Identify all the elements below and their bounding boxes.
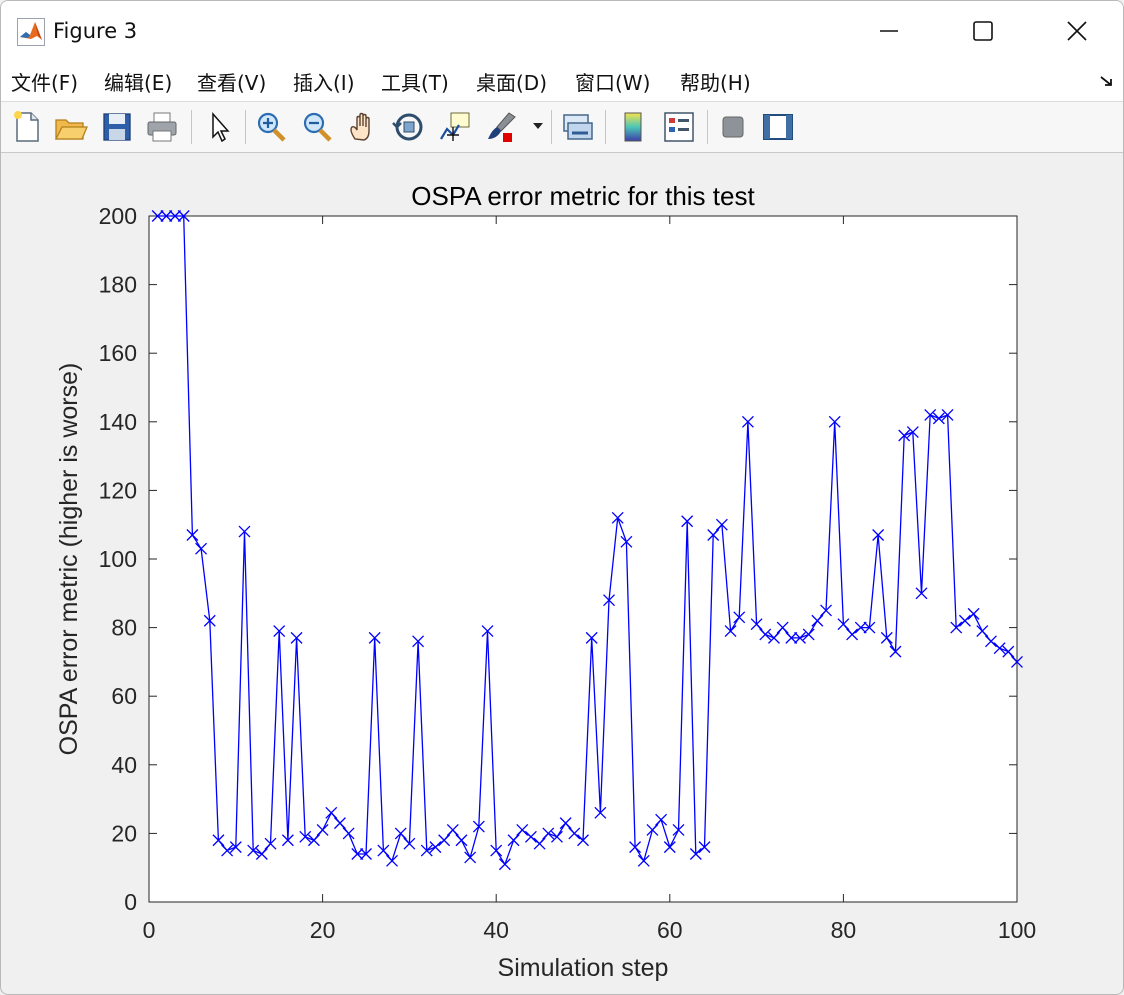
toolbar-separator [191,110,192,144]
new-figure-icon[interactable] [9,109,45,145]
figure-toolbar [1,102,1123,153]
window-title: Figure 3 [53,19,138,43]
select-arrow-icon[interactable] [201,109,237,145]
menu-help[interactable]: 帮助(H) [680,67,751,96]
menu-edit[interactable]: 编辑(E) [104,67,172,96]
toolbar-separator [605,110,606,144]
menu-desktop[interactable]: 桌面(D) [476,67,547,96]
dock-arrow-icon[interactable] [1099,73,1115,89]
y-tick-label: 160 [99,340,137,366]
x-tick-label: 40 [483,917,509,943]
chart-title: OSPA error metric for this test [411,181,755,211]
show-plot-tools-icon[interactable] [760,109,796,145]
colorbar-icon[interactable] [615,109,651,145]
x-tick-label: 60 [657,917,683,943]
close-button[interactable] [1031,1,1123,61]
save-icon[interactable] [99,109,135,145]
toolbar-separator [551,110,552,144]
menu-file[interactable]: 文件(F) [11,67,78,96]
y-tick-label: 180 [99,272,137,298]
x-axis-label: Simulation step [498,954,669,982]
zoom-in-icon[interactable] [253,109,289,145]
pan-hand-icon[interactable] [345,109,381,145]
data-cursor-icon[interactable] [437,109,473,145]
y-tick-label: 200 [99,203,137,229]
menu-view[interactable]: 查看(V) [197,67,266,96]
y-tick-label: 120 [99,477,137,503]
legend-icon[interactable] [661,109,697,145]
x-tick-label: 0 [143,917,156,943]
brush-dropdown-icon[interactable] [533,123,543,131]
y-tick-label: 100 [99,546,137,572]
maximize-icon [973,21,993,41]
plot-area[interactable] [148,215,1018,903]
menu-window[interactable]: 窗口(W) [575,67,650,96]
y-tick-label: 40 [111,752,137,778]
ospa-chart[interactable]: OSPA error metric for this test 0 20 40 60 8… [1,153,1123,994]
hide-plot-tools-icon[interactable] [715,109,751,145]
y-tick-label: 20 [111,820,137,846]
matlab-logo-icon [17,18,45,46]
print-icon[interactable] [144,109,180,145]
close-icon [1067,21,1087,41]
y-tick-label: 140 [99,409,137,435]
x-tick-label: 20 [310,917,336,943]
figure-window: Figure 3 文件(F) 编辑(E) 查看(V) 插入(I) 工具(T) 桌… [0,0,1124,995]
menu-tools[interactable]: 工具(T) [381,67,449,96]
minimize-icon [880,30,898,32]
x-tick-label: 100 [998,917,1036,943]
menu-bar: 文件(F) 编辑(E) 查看(V) 插入(I) 工具(T) 桌面(D) 窗口(W… [1,61,1123,102]
y-tick-label: 60 [111,683,137,709]
toolbar-separator [245,110,246,144]
zoom-out-icon[interactable] [299,109,335,145]
y-axis-label: OSPA error metric (higher is worse) [55,363,83,756]
toolbar-separator [707,110,708,144]
link-plot-icon[interactable] [560,109,596,145]
open-file-icon[interactable] [53,109,89,145]
minimize-button[interactable] [843,1,935,61]
maximize-button[interactable] [937,1,1029,61]
x-tick-label: 80 [831,917,857,943]
title-bar[interactable]: Figure 3 [1,1,1123,61]
rotate-3d-icon[interactable] [391,109,427,145]
figure-canvas[interactable]: OSPA error metric for this test 0 20 40 60 8… [1,153,1123,994]
y-tick-label: 0 [124,889,137,915]
menu-insert[interactable]: 插入(I) [293,67,355,96]
y-tick-label: 80 [111,615,137,641]
brush-icon[interactable] [483,109,519,145]
